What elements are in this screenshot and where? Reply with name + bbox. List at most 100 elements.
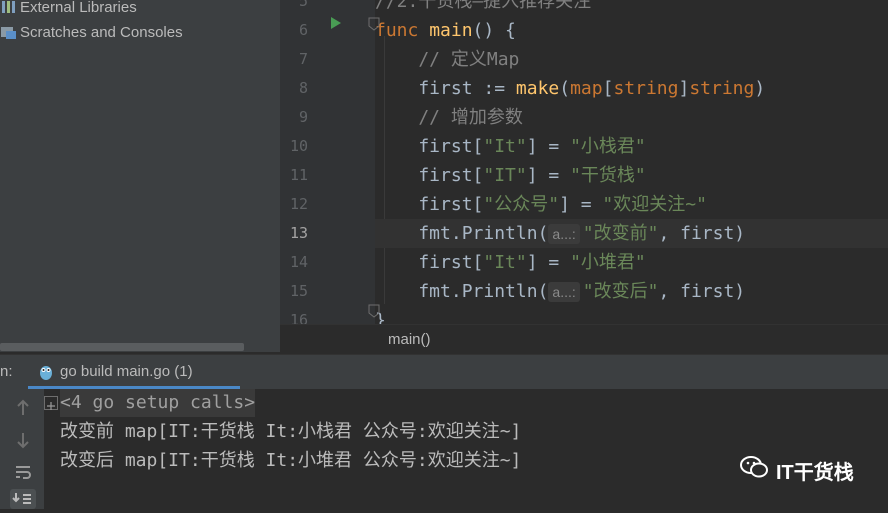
fold-marker-icon[interactable] xyxy=(368,303,380,322)
wechat-watermark: IT干货栈 xyxy=(740,455,854,485)
gutter-line: 5 xyxy=(280,0,375,16)
line-number: 8 xyxy=(298,79,308,97)
code-token: "公众号" xyxy=(483,194,560,215)
code-token: main xyxy=(429,20,473,41)
code-token: fmt. xyxy=(375,223,462,244)
code-line[interactable]: first["IT"] = "干货栈" xyxy=(375,161,888,190)
code-token: "IT" xyxy=(483,165,527,186)
gutter-line: 6 xyxy=(280,16,375,45)
code-token: , first) xyxy=(658,281,746,302)
gutter-line: 12 xyxy=(280,190,375,219)
gutter-line: 14 xyxy=(280,248,375,277)
code-token: ) xyxy=(754,78,766,99)
code-token: "小栈君" xyxy=(570,136,646,157)
run-label: n: xyxy=(0,363,13,380)
code-token: string xyxy=(689,78,755,99)
line-number: 5 xyxy=(298,0,308,10)
code-token: [ xyxy=(602,78,614,99)
code-token: ] = xyxy=(526,252,571,273)
code-line[interactable]: //2.干货栈—捷入推荐关注 xyxy=(375,0,888,16)
code-token: Println xyxy=(461,281,538,302)
code-token: // 增加参数 xyxy=(375,107,523,128)
code-token: () { xyxy=(472,20,516,41)
code-line[interactable]: // 定义Map xyxy=(375,45,888,74)
code-token: map xyxy=(570,78,603,99)
sidebar-horizontal-scrollbar[interactable] xyxy=(0,343,244,351)
code-token: ( xyxy=(559,78,571,99)
code-token: // 定义Map xyxy=(375,49,520,70)
code-token: fmt. xyxy=(375,281,462,302)
code-token: first := xyxy=(375,78,516,99)
gutter-line: 7 xyxy=(280,45,375,74)
code-token: first[ xyxy=(375,194,484,215)
run-tool-window-header: n: go build main.go (1) xyxy=(0,354,888,389)
code-token: first[ xyxy=(375,136,484,157)
run-tab-go-build[interactable]: go build main.go (1) xyxy=(28,355,240,389)
breadcrumb: main() xyxy=(280,324,888,355)
gutter-line: 9 xyxy=(280,103,375,132)
line-number: 13 xyxy=(289,224,308,242)
code-token: ] = xyxy=(526,136,571,157)
parameter-hint: a...: xyxy=(548,224,580,244)
line-number: 7 xyxy=(298,50,308,68)
line-number: 11 xyxy=(289,166,308,184)
tree-item-scratches[interactable]: Scratches and Consoles xyxy=(0,20,183,44)
code-line[interactable]: first := make(map[string]string) xyxy=(375,74,888,103)
code-token: "It" xyxy=(483,136,527,157)
console-line: 改变前 map[IT:干货栈 It:小栈君 公众号:欢迎关注~] xyxy=(60,421,522,442)
code-token: func xyxy=(375,20,430,41)
console-line: 改变后 map[IT:干货栈 It:小堆君 公众号:欢迎关注~] xyxy=(60,450,522,471)
tree-item-external-libraries[interactable]: External Libraries xyxy=(0,0,137,19)
code-line[interactable]: func main() { xyxy=(375,16,888,45)
gutter-line: 8 xyxy=(280,74,375,103)
code-line[interactable]: first["It"] = "小堆君" xyxy=(375,248,888,277)
project-tree: External Libraries Scratches and Console… xyxy=(0,0,280,352)
fold-marker-icon[interactable] xyxy=(368,16,380,35)
watermark-text: IT干货栈 xyxy=(776,461,854,484)
code-token: "改变后" xyxy=(582,281,659,302)
code-line[interactable]: first["It"] = "小栈君" xyxy=(375,132,888,161)
code-token: "欢迎关注~" xyxy=(602,194,707,215)
code-line[interactable]: fmt.Println(a...: "改变前", first) xyxy=(375,219,888,248)
expand-icon[interactable] xyxy=(44,396,58,410)
code-token: , first) xyxy=(658,223,746,244)
code-token: make xyxy=(515,78,560,99)
code-token: first[ xyxy=(375,165,484,186)
line-number: 10 xyxy=(289,137,308,155)
tree-item-label: External Libraries xyxy=(20,0,137,16)
code-token: ] = xyxy=(559,194,603,215)
gopher-icon xyxy=(38,363,54,385)
arrow-up-icon[interactable] xyxy=(15,399,31,421)
console-line-setup-calls[interactable]: <4 go setup calls> xyxy=(60,389,256,417)
tree-item-label: Scratches and Consoles xyxy=(20,23,183,41)
line-number: 15 xyxy=(289,282,308,300)
scratches-icon xyxy=(0,24,18,40)
soft-wrap-icon[interactable] xyxy=(14,463,32,485)
line-number: 12 xyxy=(289,195,308,213)
breadcrumb-item-main[interactable]: main() xyxy=(388,331,431,348)
code-token: ] xyxy=(678,78,690,99)
gutter-line: 15 xyxy=(280,277,375,306)
code-token: "小堆君" xyxy=(570,252,646,273)
run-tab-label: go build main.go (1) xyxy=(60,363,193,380)
code-token: ( xyxy=(537,223,549,244)
gutter-line: 11 xyxy=(280,161,375,190)
code-token: ] = xyxy=(526,165,571,186)
line-number: 14 xyxy=(289,253,308,271)
code-line[interactable]: first["公众号"] = "欢迎关注~" xyxy=(375,190,888,219)
run-gutter-icon[interactable] xyxy=(330,15,342,34)
line-number: 9 xyxy=(298,108,308,126)
library-icon xyxy=(0,0,18,15)
code-line[interactable]: fmt.Println(a...: "改变后", first) xyxy=(375,277,888,306)
code-token: "改变前" xyxy=(582,223,659,244)
parameter-hint: a...: xyxy=(548,282,580,302)
code-token: first[ xyxy=(375,252,484,273)
scroll-to-end-icon[interactable] xyxy=(10,489,36,509)
code-token: ( xyxy=(537,281,549,302)
console-actions xyxy=(0,389,44,509)
gutter-line: 10 xyxy=(280,132,375,161)
arrow-down-icon[interactable] xyxy=(15,431,31,453)
code-token: string xyxy=(613,78,679,99)
line-number: 6 xyxy=(298,21,308,39)
code-line[interactable]: // 增加参数 xyxy=(375,103,888,132)
